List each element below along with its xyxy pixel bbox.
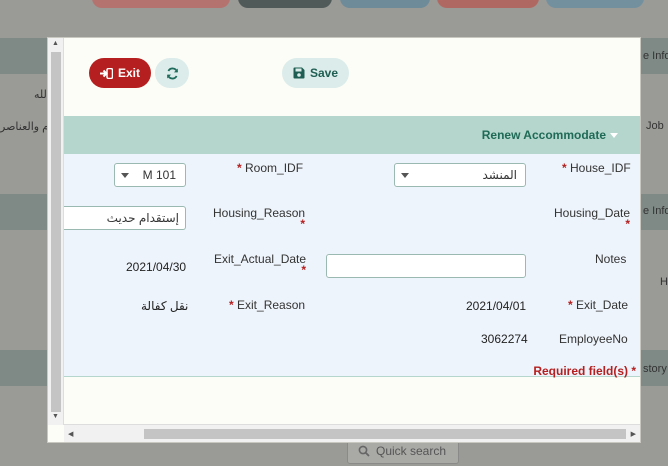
notes-input[interactable] — [326, 254, 526, 278]
background-text: e Info — [643, 50, 668, 62]
quick-search-label: Quick search — [376, 443, 447, 458]
housing-date-label: Housing_Date * — [554, 206, 631, 231]
employee-no-value: 3062274 — [481, 332, 528, 346]
save-icon — [293, 67, 305, 79]
background-text: م والعناصر — [0, 121, 49, 133]
background-text: لله — [34, 89, 47, 101]
exit-date-label: * Exit_Date — [568, 298, 629, 312]
scroll-up-arrow-icon[interactable]: ▲ — [52, 40, 59, 47]
save-button-label: Save — [309, 66, 339, 80]
save-button[interactable]: Save — [282, 58, 349, 88]
required-marker: * — [300, 217, 306, 231]
section-title: Renew Accommodate — [481, 128, 606, 142]
renew-accommodate-form: * House_IDF المنشد * Room_IDF M 101 Hous… — [64, 154, 640, 378]
exit-reason-label: * Exit_Reason — [229, 298, 306, 312]
housing-reason-value: إستقدام حديث — [106, 211, 179, 225]
section-header[interactable]: Renew Accommodate — [64, 116, 640, 154]
background-text: H — [660, 276, 668, 288]
notes-label: Notes — [595, 252, 627, 266]
required-fields-note: Required field(s) * — [533, 364, 636, 378]
room-idf-label: * Room_IDF — [237, 161, 304, 175]
refresh-button[interactable] — [155, 58, 189, 88]
vertical-scrollbar[interactable]: ▲ ▼ — [48, 38, 64, 425]
background-tab — [238, 0, 332, 8]
exit-actual-date-label: Exit_Actual_Date * — [214, 252, 307, 277]
housing-reason-input[interactable]: إستقدام حديث — [64, 206, 186, 230]
background-text: Job — [646, 120, 664, 132]
exit-date-value: 2021/04/01 — [466, 299, 527, 313]
scroll-down-arrow-icon[interactable]: ▼ — [52, 413, 59, 420]
scroll-right-arrow-icon[interactable]: ▶ — [631, 430, 636, 438]
exit-button[interactable]: Exit — [89, 58, 151, 88]
background-text: e Info — [643, 205, 668, 217]
required-marker: * — [301, 263, 307, 277]
room-idf-select[interactable]: M 101 — [114, 163, 186, 187]
house-idf-value: المنشد — [482, 168, 517, 182]
background-text: story — [643, 363, 667, 375]
chevron-down-icon — [401, 172, 409, 178]
house-idf-label: * House_IDF — [562, 161, 631, 175]
employee-no-label: EmployeeNo — [559, 332, 628, 346]
renew-accommodate-dialog: ▲ ▼ Exit Save Renew Accommodate * House_… — [47, 37, 641, 443]
horizontal-scrollbar[interactable]: ◀ ▶ — [64, 424, 640, 442]
housing-reason-label: Housing_Reason * — [213, 206, 306, 231]
refresh-icon — [166, 67, 178, 79]
caret-down-icon — [610, 133, 618, 138]
exit-actual-date-value: 2021/04/30 — [126, 260, 187, 274]
house-idf-select[interactable]: المنشد — [394, 163, 526, 187]
required-marker: * — [562, 161, 567, 175]
chevron-down-icon — [121, 172, 129, 178]
background-tab — [92, 0, 230, 8]
background-tab — [546, 0, 644, 8]
search-icon — [358, 445, 370, 457]
exit-icon — [99, 67, 113, 79]
scroll-left-arrow-icon[interactable]: ◀ — [68, 430, 73, 438]
required-marker: * — [237, 161, 242, 175]
required-marker: * — [568, 298, 573, 312]
horizontal-scroll-thumb[interactable] — [144, 429, 626, 439]
required-marker: * — [229, 298, 234, 312]
background-tab — [340, 0, 430, 8]
room-idf-value: M 101 — [142, 168, 176, 182]
vertical-scroll-thumb[interactable] — [51, 52, 61, 412]
toolbar: Exit Save — [64, 38, 640, 116]
exit-button-label: Exit — [117, 66, 140, 80]
required-marker: * — [625, 217, 631, 231]
exit-reason-value: نقل كفالة — [141, 299, 189, 313]
background-tab — [437, 0, 539, 8]
